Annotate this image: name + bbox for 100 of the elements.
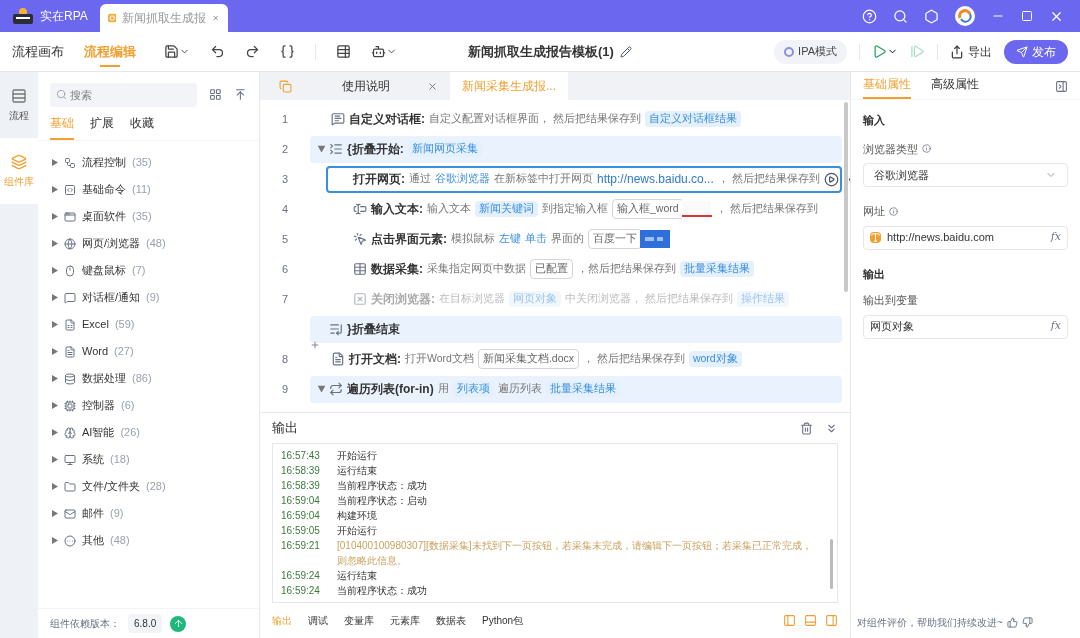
output-tab[interactable]: 变量库	[344, 613, 374, 628]
library-item[interactable]: 基础命令 (11)	[38, 176, 259, 203]
view-tab[interactable]: 流程画布	[12, 32, 64, 71]
app-name: 实在RPA	[40, 8, 88, 24]
step-row[interactable]: 遍历列表(for-in) 用 列表项 遍历列表 批量采集结果	[310, 375, 842, 403]
add-step-icon[interactable]	[310, 340, 320, 350]
publish-button[interactable]: 发布	[1004, 39, 1068, 64]
expand-arrow-icon[interactable]	[52, 321, 58, 328]
thumbs-up-icon[interactable]	[1006, 616, 1018, 628]
formula-button[interactable]: fx	[1050, 318, 1061, 335]
library-item[interactable]: 系统 (18)	[38, 446, 259, 473]
library-item[interactable]: Excel (59)	[38, 311, 259, 338]
expand-arrow-icon[interactable]	[52, 240, 58, 247]
expand-arrow-icon[interactable]	[52, 294, 58, 301]
table-icon[interactable]	[336, 44, 351, 59]
expand-arrow-icon[interactable]	[52, 159, 58, 166]
pencil-icon[interactable]	[619, 45, 632, 58]
output-tab[interactable]: 元素库	[390, 613, 420, 628]
rail-tab[interactable]: 流程	[0, 72, 38, 138]
library-item[interactable]: 桌面软件 (35)	[38, 203, 259, 230]
expand-arrow-icon[interactable]	[52, 186, 58, 193]
output-tab[interactable]: 调试	[308, 613, 328, 628]
step-row[interactable]: {折叠开始: 新闻网页采集	[310, 135, 842, 163]
element-field[interactable]: 新闻采集文档.docx	[477, 349, 579, 369]
step-text: 输入文本	[427, 201, 471, 217]
braces-icon[interactable]	[280, 44, 295, 59]
library-item[interactable]: 其他 (48)	[38, 527, 259, 554]
run-icon[interactable]	[872, 44, 887, 59]
expand-arrow-icon[interactable]	[52, 483, 58, 490]
ellipsis-icon	[64, 534, 76, 547]
step-text: 在目标浏览器	[439, 291, 505, 307]
save-icon[interactable]	[164, 44, 179, 59]
step-text: 遍历列表	[497, 381, 542, 397]
step-icon	[353, 292, 367, 306]
keyword[interactable]: 谷歌浏览器	[435, 171, 490, 187]
log-message: 开始运行	[337, 449, 378, 463]
expand-arrow-icon[interactable]	[52, 375, 58, 382]
expand-arrow-icon[interactable]	[52, 348, 58, 355]
item-label: 网页/浏览器	[82, 236, 141, 252]
variable-field[interactable]: 网页对象	[870, 318, 914, 335]
log-message: 当前程序状态：启动	[337, 494, 428, 508]
property-tab[interactable]: 高级属性	[931, 75, 979, 99]
keyword[interactable]: 左键	[499, 231, 521, 247]
url-link[interactable]: http://news.baidu.co...	[597, 170, 714, 188]
element-field[interactable]: 已配置	[530, 259, 573, 279]
editor-tab[interactable]: 使用说明	[310, 72, 450, 100]
library-item[interactable]: 对话框/通知 (9)	[38, 284, 259, 311]
expand-arrow-icon[interactable]	[52, 402, 58, 409]
library-item[interactable]: 键盘鼠标 (7)	[38, 257, 259, 284]
log-message: 开始运行	[337, 524, 378, 538]
help-icon[interactable]	[862, 8, 877, 24]
mode-chip[interactable]: IPA模式	[774, 39, 847, 64]
undo-icon[interactable]	[210, 44, 225, 59]
library-item[interactable]: 数据处理 (86)	[38, 365, 259, 392]
grid-icon[interactable]	[209, 87, 223, 101]
library-tab[interactable]: 扩展	[90, 114, 114, 140]
formula-button[interactable]: fx	[1050, 229, 1061, 246]
expand-arrow-icon[interactable]	[317, 385, 326, 393]
expand-arrow-icon[interactable]	[52, 429, 58, 436]
redo-icon[interactable]	[245, 44, 260, 59]
search-field[interactable]: 搜索	[50, 83, 198, 107]
expand-arrow-icon[interactable]	[52, 510, 58, 517]
expand-arrow-icon[interactable]	[317, 145, 326, 153]
library-item[interactable]: 文件/文件夹 (28)	[38, 473, 259, 500]
expand-arrow-icon[interactable]	[52, 267, 58, 274]
run-step-icon[interactable]	[823, 171, 839, 187]
expand-arrow-icon[interactable]	[52, 537, 58, 544]
library-item[interactable]: Word (27)	[38, 338, 259, 365]
expand-arrow-icon[interactable]	[52, 213, 58, 220]
export-button[interactable]: 导出	[950, 43, 992, 60]
upgrade-icon[interactable]	[170, 615, 187, 632]
info-icon[interactable]	[889, 206, 898, 216]
trash-icon[interactable]	[800, 421, 813, 435]
field-label: 网址	[863, 204, 885, 219]
library-tab[interactable]: 收藏	[130, 114, 154, 140]
output-tab[interactable]: 数据表	[436, 613, 466, 628]
logo-icon[interactable]	[955, 6, 975, 26]
library-item[interactable]: 控制器 (6)	[38, 392, 259, 419]
settings-icon[interactable]	[924, 8, 939, 24]
info-icon[interactable]	[922, 144, 931, 154]
step-text: 中关闭浏览器， 然后把结果保存到	[565, 291, 733, 307]
panel-icon[interactable]	[1055, 80, 1068, 93]
browser-select[interactable]: 谷歌浏览器	[863, 163, 1068, 187]
robot-icon[interactable]	[371, 44, 386, 59]
output-tab[interactable]: Python包	[482, 613, 524, 628]
url-field[interactable]: http://news.baidu.com	[887, 229, 994, 246]
library-item[interactable]: 流程控制 (35)	[38, 149, 259, 176]
line-number: 2	[280, 141, 290, 157]
expand-arrow-icon[interactable]	[52, 456, 58, 463]
library-item[interactable]: AI智能 (26)	[38, 419, 259, 446]
thumbs-down-icon[interactable]	[1021, 616, 1033, 628]
step-text: ， 然后把结果保存到	[715, 201, 818, 217]
collapse-icon[interactable]	[234, 87, 247, 101]
step-row[interactable]: }折叠结束	[310, 315, 842, 343]
keyword[interactable]: 单击	[525, 231, 547, 247]
search-icon[interactable]	[893, 8, 908, 24]
maximize-icon[interactable]	[1021, 10, 1033, 22]
close-icon[interactable]	[427, 80, 438, 92]
library-item[interactable]: 邮件 (9)	[38, 500, 259, 527]
library-item[interactable]: 网页/浏览器 (48)	[38, 230, 259, 257]
